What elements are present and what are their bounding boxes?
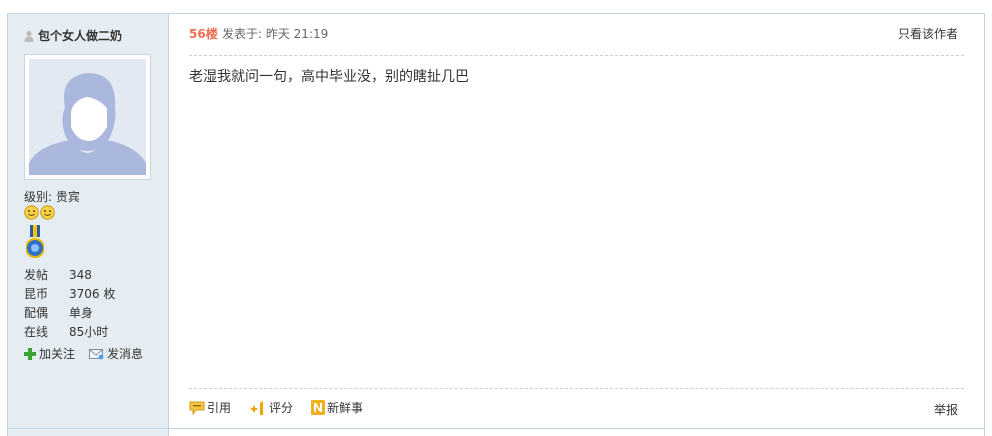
rate-label[interactable]: 评分 — [269, 399, 293, 416]
news-button[interactable]: 新鲜事 — [311, 399, 363, 416]
quote-icon — [189, 401, 205, 415]
stat-value: 85小时 — [69, 325, 109, 339]
view-author-only-link[interactable]: 只看该作者 — [898, 25, 958, 42]
member-stats: 发帖 348 昆币 3706 枚 配偶 单身 在线 85小时 — [24, 266, 115, 342]
stat-key: 发帖 — [24, 268, 49, 282]
member-level: 级别: 贵宾 — [24, 190, 80, 204]
stat-row: 昆币 3706 枚 — [24, 285, 115, 304]
post-timestamp: 发表于: 昨天 21:19 — [222, 27, 329, 41]
quote-label[interactable]: 引用 — [207, 399, 231, 416]
send-message-label[interactable]: 发消息 — [107, 345, 143, 362]
rate-button[interactable]: 评分 — [249, 399, 293, 416]
avatar[interactable] — [24, 54, 151, 180]
post-body: 老湿我就问一句，高中毕业没，别的瞎扯几巴 — [189, 69, 469, 85]
news-label[interactable]: 新鲜事 — [327, 399, 363, 416]
stat-row: 在线 85小时 — [24, 323, 115, 342]
author[interactable]: 包个女人做二奶 — [24, 27, 122, 44]
envelope-icon — [89, 348, 104, 359]
stat-key: 配偶 — [24, 306, 49, 320]
level-icons — [24, 205, 55, 220]
post-container: 包个女人做二奶 级别: 贵宾 发帖 348 昆币 3706 枚 配偶 单身 在线… — [7, 13, 985, 436]
stat-row: 配偶 单身 — [24, 304, 115, 323]
author-actions: 加关注 发消息 — [24, 345, 143, 362]
post-content-area: 56楼 发表于: 昨天 21:19 只看该作者 老湿我就问一句，高中毕业没，别的… — [169, 14, 984, 436]
stat-key: 在线 — [24, 325, 49, 339]
rate-plus-one-icon — [251, 400, 264, 415]
stat-value: 348 — [69, 268, 92, 282]
author-name[interactable]: 包个女人做二奶 — [38, 27, 122, 44]
user-icon — [24, 30, 34, 42]
report-link[interactable]: 举报 — [934, 401, 958, 418]
follow-button[interactable]: 加关注 — [24, 345, 75, 362]
floor-number[interactable]: 56楼 — [189, 25, 218, 42]
stat-value: 3706 枚 — [69, 287, 116, 301]
send-message-button[interactable]: 发消息 — [89, 345, 143, 362]
divider — [7, 428, 985, 429]
medal-icon — [26, 225, 44, 258]
post-header: 56楼 发表于: 昨天 21:19 只看该作者 — [189, 25, 964, 56]
plus-icon — [24, 347, 36, 360]
smiley-icon — [24, 205, 39, 220]
stat-key: 昆币 — [24, 287, 49, 301]
news-icon — [311, 400, 326, 415]
follow-label[interactable]: 加关注 — [39, 345, 75, 362]
post-actions: 引用 评分 新鲜事 — [189, 399, 363, 416]
author-sidebar: 包个女人做二奶 级别: 贵宾 发帖 348 昆币 3706 枚 配偶 单身 在线… — [8, 14, 169, 436]
quote-button[interactable]: 引用 — [189, 399, 231, 416]
post-footer: 引用 评分 新鲜事 举报 — [189, 388, 964, 419]
avatar-silhouette — [29, 59, 146, 175]
stat-value: 单身 — [69, 306, 94, 320]
stat-row: 发帖 348 — [24, 266, 115, 285]
smiley-icon — [40, 205, 55, 220]
